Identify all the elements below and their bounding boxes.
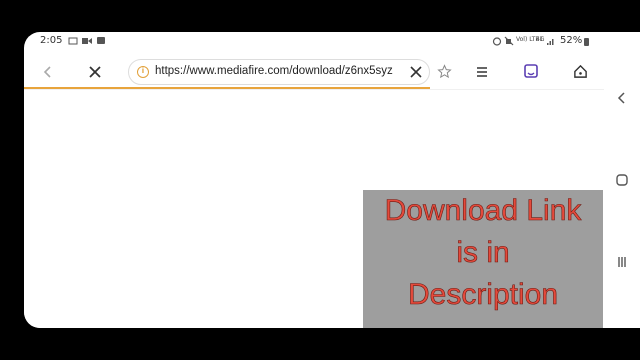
signal-icon <box>546 36 556 49</box>
menu-button[interactable] <box>468 60 496 86</box>
home-button[interactable] <box>566 60 594 86</box>
nav-recents-button[interactable] <box>612 252 632 272</box>
tabs-button[interactable] <box>517 60 545 86</box>
alarm-icon <box>492 36 502 49</box>
address-bar[interactable]: i https://www.mediafire.com/download/z6n… <box>128 59 430 85</box>
mute-icon <box>504 36 514 49</box>
bookmark-button[interactable] <box>430 60 458 86</box>
recents-icon <box>616 253 628 272</box>
download-link-overlay: Download Link is in Description <box>363 190 603 328</box>
lock-icon: i <box>137 66 149 78</box>
battery-icon <box>584 38 589 46</box>
system-navigation-bar <box>604 32 640 328</box>
video-icon <box>82 36 92 49</box>
message-icon <box>96 36 106 49</box>
close-icon <box>88 64 102 83</box>
back-button[interactable] <box>34 60 62 86</box>
hamburger-icon <box>475 64 489 83</box>
tab-manager-icon <box>523 63 539 83</box>
overlay-line-2: is in <box>456 236 510 270</box>
chevron-left-icon <box>41 64 55 83</box>
status-bar: 2:05 Vol) LTE1 4G 52% <box>24 32 604 50</box>
status-time: 2:05 <box>40 35 63 46</box>
overlay-line-1: Download Link <box>384 194 582 228</box>
url-text[interactable]: https://www.mediafire.com/download/z6nx5… <box>155 65 401 77</box>
nav-back-button[interactable] <box>612 88 632 108</box>
home-icon <box>573 64 588 83</box>
stop-loading-button[interactable] <box>81 60 109 86</box>
network-label-2: 4G <box>536 36 545 43</box>
close-icon <box>410 63 422 82</box>
clear-url-button[interactable] <box>407 63 425 81</box>
overlay-line-3: Description <box>407 278 559 312</box>
home-circle-icon <box>616 171 628 190</box>
browser-toolbar: i https://www.mediafire.com/download/z6n… <box>24 56 604 88</box>
battery-percentage: 52% <box>560 35 583 46</box>
chevron-left-icon <box>616 89 628 108</box>
star-icon <box>436 63 452 83</box>
notification-icon <box>68 36 78 49</box>
nav-home-button[interactable] <box>612 170 632 190</box>
